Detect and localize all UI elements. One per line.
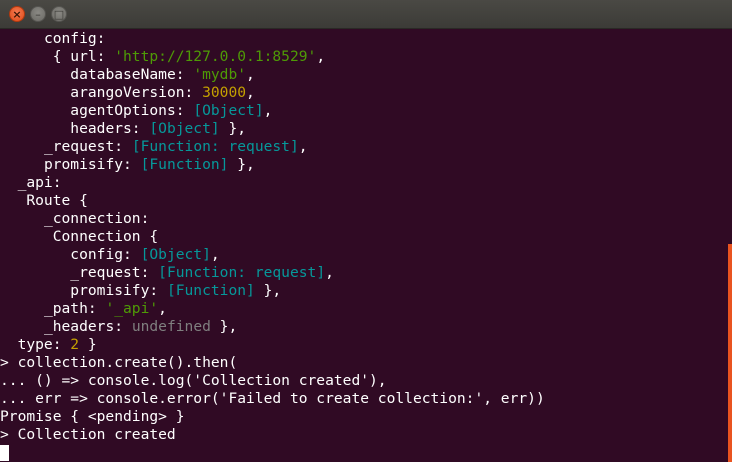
terminal-line: ... err => console.error('Failed to crea… (0, 390, 726, 408)
terminal-text: headers: (70, 120, 150, 137)
terminal-text: { url: (52, 48, 115, 65)
terminal-text: [Function: request] (131, 138, 299, 155)
minimize-button[interactable]: – (30, 6, 46, 22)
terminal-text: Connection { (52, 228, 159, 245)
terminal-text: _path: (43, 300, 106, 317)
terminal-line: _connection: (0, 210, 726, 228)
terminal-text: , (298, 138, 308, 155)
terminal-line: ... () => console.log('Collection create… (0, 372, 726, 390)
terminal-line: headers: [Object] }, (0, 120, 726, 138)
terminal-text: 'mydb' (193, 66, 247, 83)
terminal-text: }, (254, 282, 282, 299)
terminal-line: > collection.create().then( (0, 354, 726, 372)
terminal-text: config: (70, 246, 141, 263)
terminal-text: [Object] (193, 102, 264, 119)
maximize-icon: □ (53, 8, 65, 21)
terminal-line: promisify: [Function] }, (0, 156, 726, 174)
terminal-text: databaseName: (70, 66, 194, 83)
terminal-text: type: (17, 336, 71, 353)
terminal-text: , (263, 102, 273, 119)
terminal-line: arangoVersion: 30000, (0, 84, 726, 102)
terminal-line: Connection { (0, 228, 726, 246)
terminal-text: 'http://127.0.0.1:8529' (114, 48, 317, 65)
terminal-window: × – □ config: { url: 'http://127.0.0.1:8… (0, 0, 732, 462)
terminal-text: promisify: (70, 282, 167, 299)
terminal-text: , (246, 66, 255, 83)
terminal-text: }, (228, 156, 255, 173)
terminal-text: } (79, 336, 97, 353)
terminal-text: [Function] (166, 282, 255, 299)
terminal-text: Promise { <pending> } (0, 408, 185, 425)
terminal-text: _connection: (43, 210, 150, 227)
terminal-line: type: 2 } (0, 336, 726, 354)
close-icon: × (12, 8, 22, 21)
title-bar: × – □ (0, 0, 732, 29)
terminal-line: agentOptions: [Object], (0, 102, 726, 120)
terminal-text: , (246, 84, 255, 101)
terminal-line: config: (0, 30, 726, 48)
terminal-line: Promise { <pending> } (0, 408, 726, 426)
terminal-text: _headers: (43, 318, 132, 335)
terminal-text: undefined (131, 318, 211, 335)
terminal-text: , (158, 300, 167, 317)
minimize-icon: – (35, 8, 41, 21)
terminal-text: > Collection created (0, 426, 176, 443)
terminal-text: _request: (70, 264, 159, 281)
terminal-text: agentOptions: (70, 102, 194, 119)
terminal-line (0, 444, 726, 462)
terminal-line: _request: [Function: request], (0, 138, 726, 156)
terminal-text: promisify: (43, 156, 141, 173)
terminal-text: > collection.create().then( (0, 354, 238, 371)
scrollbar[interactable] (728, 244, 732, 462)
terminal-text: }, (210, 318, 238, 335)
terminal-text: , (316, 48, 326, 65)
terminal-line: _request: [Function: request], (0, 264, 726, 282)
terminal-line: _headers: undefined }, (0, 318, 726, 336)
terminal-text: Route { (26, 192, 88, 209)
terminal-line: { url: 'http://127.0.0.1:8529', (0, 48, 726, 66)
terminal-output[interactable]: config: { url: 'http://127.0.0.1:8529', … (0, 30, 726, 462)
terminal-text: [Function: request] (158, 264, 326, 281)
terminal-line: Route { (0, 192, 726, 210)
terminal-text: , (325, 264, 334, 281)
terminal-text: arangoVersion: (70, 84, 203, 101)
terminal-text: [Function] (140, 156, 229, 173)
terminal-text: config: (43, 30, 106, 47)
terminal-text: [Object] (140, 246, 211, 263)
terminal-text: }, (219, 120, 247, 137)
terminal-text: ... () => console.log('Collection create… (0, 372, 387, 389)
terminal-line: databaseName: 'mydb', (0, 66, 726, 84)
close-button[interactable]: × (9, 6, 25, 22)
terminal-text: ... err => console.error('Failed to crea… (0, 390, 545, 407)
terminal-text: , (210, 246, 220, 263)
terminal-line: _api: (0, 174, 726, 192)
terminal-line: > Collection created (0, 426, 726, 444)
terminal-line: _path: '_api', (0, 300, 726, 318)
terminal-line: config: [Object], (0, 246, 726, 264)
terminal-text: _api: (17, 174, 62, 191)
terminal-line: promisify: [Function] }, (0, 282, 726, 300)
terminal-text: 2 (70, 336, 80, 353)
terminal-text: _request: (43, 138, 132, 155)
text-cursor (0, 445, 9, 461)
maximize-button[interactable]: □ (51, 6, 67, 22)
terminal-text: [Object] (149, 120, 220, 137)
terminal-text: '_api' (105, 300, 159, 317)
terminal-text: 30000 (202, 84, 247, 101)
